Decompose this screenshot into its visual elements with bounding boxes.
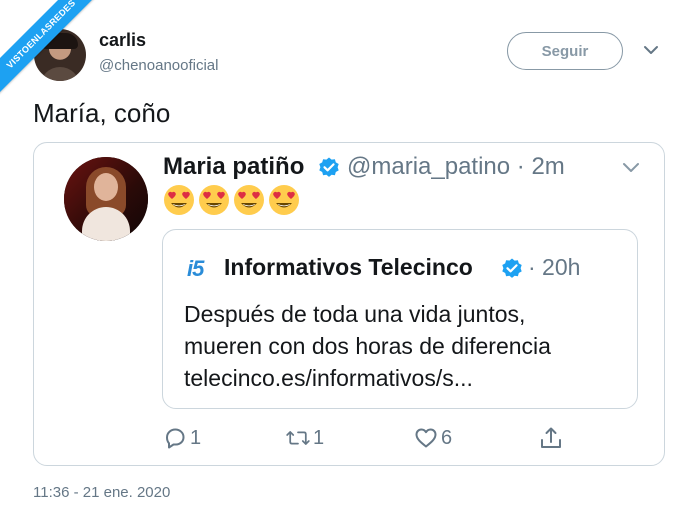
reply-count: 1 xyxy=(190,426,202,449)
retweet-count: 1 xyxy=(313,426,325,449)
tweet-timestamp[interactable]: 11:36 - 21 ene. 2020 xyxy=(33,484,170,501)
quoted-author-avatar[interactable] xyxy=(64,157,148,241)
emoji-row xyxy=(163,184,300,216)
inner-author-name[interactable]: Informativos Telecinco xyxy=(224,254,473,281)
inner-text-line: mueren con dos horas de diferencia xyxy=(184,333,551,359)
author-handle[interactable]: @chenoanooficial xyxy=(99,57,218,74)
heart-eyes-emoji-icon xyxy=(234,185,264,215)
share-icon xyxy=(541,427,561,448)
watermark-text: VISTOENLASREDES xyxy=(0,0,110,103)
quoted-author-name[interactable]: Maria patiño xyxy=(163,153,304,181)
telecinco-logo: i5 xyxy=(187,256,204,281)
like-icon xyxy=(415,428,437,448)
verified-icon xyxy=(319,157,339,177)
heart-eyes-emoji-icon xyxy=(164,185,194,215)
heart-eyes-emoji-icon xyxy=(199,185,229,215)
inner-tweet-text: Después de toda una vida juntos, mueren … xyxy=(184,298,551,394)
share-button[interactable] xyxy=(538,425,564,451)
follow-button[interactable]: Seguir xyxy=(507,32,623,70)
inner-time: · 20h xyxy=(528,254,581,280)
inner-text-line: Después de toda una vida juntos, xyxy=(184,301,526,327)
reply-icon xyxy=(166,428,185,449)
watermark-ribbon: VISTOENLASREDES xyxy=(0,0,110,110)
inner-link[interactable]: telecinco.es/informativos/s... xyxy=(184,362,551,394)
tweet-page: VISTOENLASREDES carlis @chenoanooficial … xyxy=(0,0,700,519)
heart-eyes-emoji-icon xyxy=(269,185,299,215)
reply-button[interactable]: 1 xyxy=(162,425,201,451)
retweet-icon xyxy=(286,431,310,445)
quoted-author-handle[interactable]: @maria_patino · 2m xyxy=(347,153,565,181)
chevron-down-icon[interactable] xyxy=(622,162,640,174)
retweet-button[interactable]: 1 xyxy=(285,425,324,451)
like-button[interactable]: 6 xyxy=(413,425,452,451)
like-count: 6 xyxy=(441,426,453,449)
chevron-down-icon[interactable] xyxy=(643,44,659,56)
verified-icon xyxy=(502,258,522,278)
